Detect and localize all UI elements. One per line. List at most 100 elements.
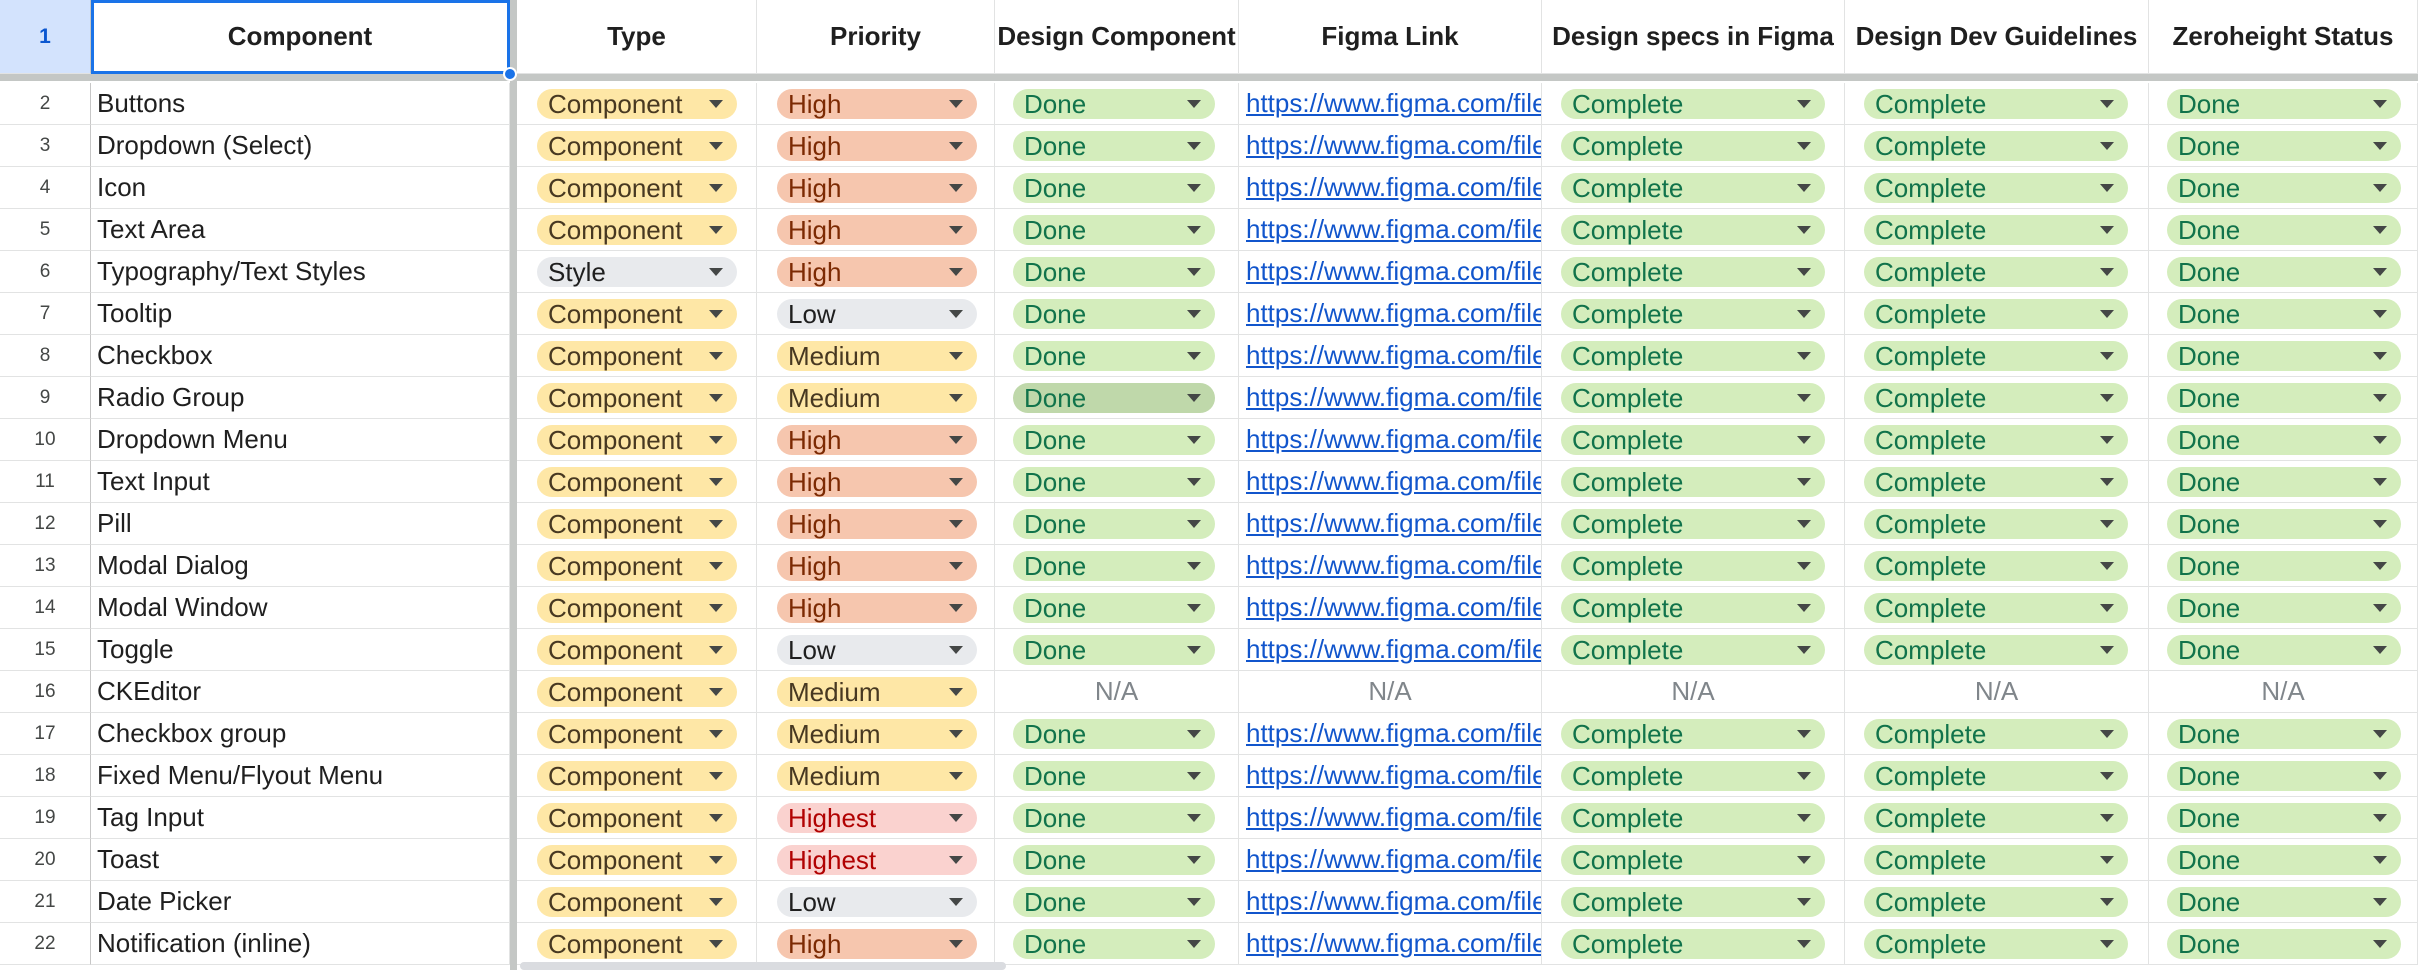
chevron-down-icon[interactable] (1187, 310, 1201, 318)
component-name-cell[interactable]: Typography/Text Styles (91, 251, 510, 293)
design-component-cell[interactable]: Done (995, 587, 1239, 629)
chevron-down-icon[interactable] (709, 394, 723, 402)
type-dropdown-chip[interactable]: Component (537, 929, 737, 959)
design-specs-cell[interactable]: Complete (1542, 335, 1845, 377)
design-component-cell[interactable]: Done (995, 125, 1239, 167)
zeroheight-status-chip[interactable]: Done (2167, 635, 2401, 665)
chevron-down-icon[interactable] (2373, 352, 2387, 360)
chevron-down-icon[interactable] (709, 142, 723, 150)
chevron-down-icon[interactable] (1797, 478, 1811, 486)
chevron-down-icon[interactable] (949, 310, 963, 318)
chevron-down-icon[interactable] (709, 646, 723, 654)
design-specs-cell[interactable]: Complete (1542, 377, 1845, 419)
chevron-down-icon[interactable] (1187, 394, 1201, 402)
priority-dropdown-chip[interactable]: High (777, 425, 977, 455)
dev-guidelines-cell[interactable]: Complete (1845, 713, 2149, 755)
chevron-down-icon[interactable] (2100, 604, 2114, 612)
design-component-cell[interactable]: Done (995, 881, 1239, 923)
chevron-down-icon[interactable] (949, 436, 963, 444)
design-component-cell[interactable]: Done (995, 419, 1239, 461)
chevron-down-icon[interactable] (2373, 100, 2387, 108)
chevron-down-icon[interactable] (949, 268, 963, 276)
row-number[interactable]: 10 (0, 419, 91, 461)
chevron-down-icon[interactable] (1797, 772, 1811, 780)
type-cell[interactable]: Component (517, 83, 757, 125)
type-cell[interactable]: Component (517, 629, 757, 671)
type-dropdown-chip[interactable]: Component (537, 803, 737, 833)
design-specs-cell[interactable]: Complete (1542, 587, 1845, 629)
specs-status-chip[interactable]: Complete (1561, 173, 1825, 203)
chevron-down-icon[interactable] (1187, 856, 1201, 864)
chevron-down-icon[interactable] (2100, 268, 2114, 276)
chevron-down-icon[interactable] (709, 184, 723, 192)
chevron-down-icon[interactable] (2373, 856, 2387, 864)
zeroheight-status-cell[interactable]: Done (2149, 125, 2418, 167)
design-specs-cell[interactable]: Complete (1542, 881, 1845, 923)
design-component-cell[interactable]: Done (995, 755, 1239, 797)
zeroheight-status-chip[interactable]: Done (2167, 845, 2401, 875)
specs-status-chip[interactable]: Complete (1561, 299, 1825, 329)
chevron-down-icon[interactable] (1797, 310, 1811, 318)
specs-status-chip[interactable]: Complete (1561, 719, 1825, 749)
type-cell[interactable]: Component (517, 923, 757, 965)
zeroheight-status-chip[interactable]: Done (2167, 173, 2401, 203)
chevron-down-icon[interactable] (1797, 856, 1811, 864)
row-number[interactable]: 20 (0, 839, 91, 881)
design-specs-cell[interactable]: Complete (1542, 167, 1845, 209)
row-number[interactable]: 19 (0, 797, 91, 839)
priority-cell[interactable]: High (757, 251, 995, 293)
figma-link-cell[interactable]: https://www.figma.com/file/ (1239, 713, 1542, 755)
zeroheight-status-cell[interactable]: Done (2149, 293, 2418, 335)
figma-link-cell[interactable]: https://www.figma.com/file/ (1239, 629, 1542, 671)
specs-status-chip[interactable]: Complete (1561, 845, 1825, 875)
row-number[interactable]: 2 (0, 83, 91, 125)
chevron-down-icon[interactable] (1187, 730, 1201, 738)
row-number[interactable]: 9 (0, 377, 91, 419)
specs-status-chip[interactable]: Complete (1561, 425, 1825, 455)
design-status-chip[interactable]: Done (1013, 593, 1215, 623)
guidelines-status-chip[interactable]: Complete (1864, 89, 2128, 119)
chevron-down-icon[interactable] (1187, 604, 1201, 612)
chevron-down-icon[interactable] (949, 184, 963, 192)
chevron-down-icon[interactable] (949, 898, 963, 906)
specs-status-chip[interactable]: Complete (1561, 131, 1825, 161)
type-dropdown-chip[interactable]: Component (537, 467, 737, 497)
type-dropdown-chip[interactable]: Component (537, 215, 737, 245)
chevron-down-icon[interactable] (2373, 226, 2387, 234)
type-cell[interactable]: Component (517, 545, 757, 587)
priority-dropdown-chip[interactable]: Medium (777, 383, 977, 413)
priority-dropdown-chip[interactable]: High (777, 173, 977, 203)
design-status-chip[interactable]: Done (1013, 131, 1215, 161)
priority-dropdown-chip[interactable]: Medium (777, 677, 977, 707)
component-name-cell[interactable]: Buttons (91, 83, 510, 125)
figma-link-cell[interactable]: https://www.figma.com/file/ (1239, 587, 1542, 629)
zeroheight-status-cell[interactable]: Done (2149, 503, 2418, 545)
priority-dropdown-chip[interactable]: High (777, 467, 977, 497)
design-specs-cell[interactable]: Complete (1542, 797, 1845, 839)
specs-status-chip[interactable]: Complete (1561, 341, 1825, 371)
dev-guidelines-cell[interactable]: Complete (1845, 755, 2149, 797)
guidelines-status-chip[interactable]: Complete (1864, 803, 2128, 833)
priority-dropdown-chip[interactable]: High (777, 215, 977, 245)
figma-link-cell[interactable]: https://www.figma.com/file/ (1239, 755, 1542, 797)
type-dropdown-chip[interactable]: Component (537, 383, 737, 413)
guidelines-status-chip[interactable]: Complete (1864, 593, 2128, 623)
zeroheight-status-cell[interactable]: Done (2149, 797, 2418, 839)
row-number[interactable]: 17 (0, 713, 91, 755)
dev-guidelines-cell[interactable]: Complete (1845, 797, 2149, 839)
chevron-down-icon[interactable] (709, 730, 723, 738)
type-dropdown-chip[interactable]: Component (537, 299, 737, 329)
zeroheight-status-chip[interactable]: Done (2167, 215, 2401, 245)
chevron-down-icon[interactable] (1797, 100, 1811, 108)
chevron-down-icon[interactable] (1187, 226, 1201, 234)
guidelines-status-chip[interactable]: Complete (1864, 761, 2128, 791)
dev-guidelines-cell[interactable]: N/A (1845, 671, 2149, 713)
type-dropdown-chip[interactable]: Component (537, 761, 737, 791)
type-cell[interactable]: Component (517, 167, 757, 209)
zeroheight-status-chip[interactable]: Done (2167, 509, 2401, 539)
figma-link-cell[interactable]: https://www.figma.com/file/ (1239, 881, 1542, 923)
zeroheight-status-chip[interactable]: Done (2167, 425, 2401, 455)
priority-dropdown-chip[interactable]: High (777, 131, 977, 161)
type-dropdown-chip[interactable]: Component (537, 509, 737, 539)
zeroheight-status-chip[interactable]: Done (2167, 551, 2401, 581)
